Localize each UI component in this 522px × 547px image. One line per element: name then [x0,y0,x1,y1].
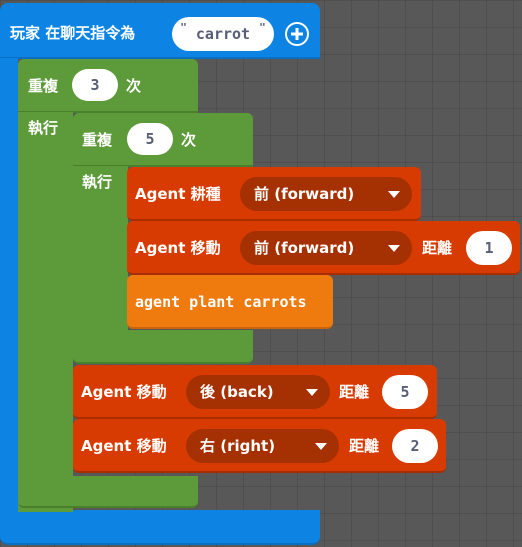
move-forward-direction-value: 前 (forward) [254,239,355,257]
move-forward-distance-label: 距離 [422,239,453,257]
event-block-footer [0,510,320,545]
agent-till-label: Agent 耕種 [135,185,221,203]
chevron-down-icon [306,389,318,396]
agent-move-back-label: Agent 移動 [81,383,167,401]
till-direction-dropdown[interactable]: 前 (forward) [240,177,412,211]
move-forward-direction-dropdown[interactable]: 前 (forward) [240,231,412,265]
move-right-distance-value: 2 [410,437,420,455]
agent-move-right-block[interactable]: Agent 移動 右 (right) 距離 2 [73,419,446,473]
outer-repeat-footer [18,476,198,508]
move-right-direction-value: 右 (right) [200,437,276,455]
outer-repeat-wall [18,112,73,512]
move-forward-distance-value: 1 [484,239,494,257]
inner-repeat-footer [73,330,253,364]
move-back-distance-input[interactable]: 5 [382,375,428,409]
move-forward-distance-input[interactable]: 1 [466,231,512,265]
chevron-down-icon [388,191,400,198]
inner-repeat-do-label: 執行 [82,173,113,191]
agent-move-forward-label: Agent 移動 [135,239,221,257]
move-right-direction-dropdown[interactable]: 右 (right) [186,429,339,463]
move-back-distance-label: 距離 [339,383,370,401]
outer-repeat-label: 重複 [28,77,59,95]
move-right-distance-input[interactable]: 2 [392,429,438,463]
till-direction-value: 前 (forward) [254,185,355,203]
move-back-direction-value: 後 (back) [200,383,274,401]
event-block-wall [0,58,18,518]
chat-command-event-block[interactable]: 玩家 在聊天指令為 " carrot " [0,3,320,59]
inner-repeat-times-label: 次 [181,131,197,149]
agent-till-block[interactable]: Agent 耕種 前 (forward) [127,167,421,221]
quote-close: " [259,21,266,34]
inner-repeat-count-input[interactable]: 5 [127,123,173,155]
chevron-down-icon [315,443,327,450]
chevron-down-icon [388,245,400,252]
outer-repeat-do-label: 執行 [28,119,59,137]
inner-repeat-count: 5 [145,130,155,148]
quote-open: " [180,21,187,34]
agent-plant-carrots-block[interactable]: agent plant carrots [127,275,333,329]
move-right-distance-label: 距離 [349,437,380,455]
chat-command-label: 玩家 在聊天指令為 [10,24,136,42]
move-back-distance-value: 5 [400,383,410,401]
add-parameter-icon[interactable] [285,22,309,46]
chat-command-value: carrot [195,25,251,43]
agent-plant-carrots-label: agent plant carrots [135,293,307,311]
inner-repeat-label: 重複 [82,131,113,149]
outer-repeat-count: 3 [90,76,100,94]
agent-move-forward-block[interactable]: Agent 移動 前 (forward) 距離 1 [127,221,520,275]
outer-repeat-times-label: 次 [126,77,142,95]
move-back-direction-dropdown[interactable]: 後 (back) [186,375,330,409]
outer-repeat-count-input[interactable]: 3 [72,69,118,101]
chat-command-input[interactable]: " carrot " [172,17,274,51]
agent-move-back-block[interactable]: Agent 移動 後 (back) 距離 5 [73,365,437,419]
agent-move-right-label: Agent 移動 [81,437,167,455]
